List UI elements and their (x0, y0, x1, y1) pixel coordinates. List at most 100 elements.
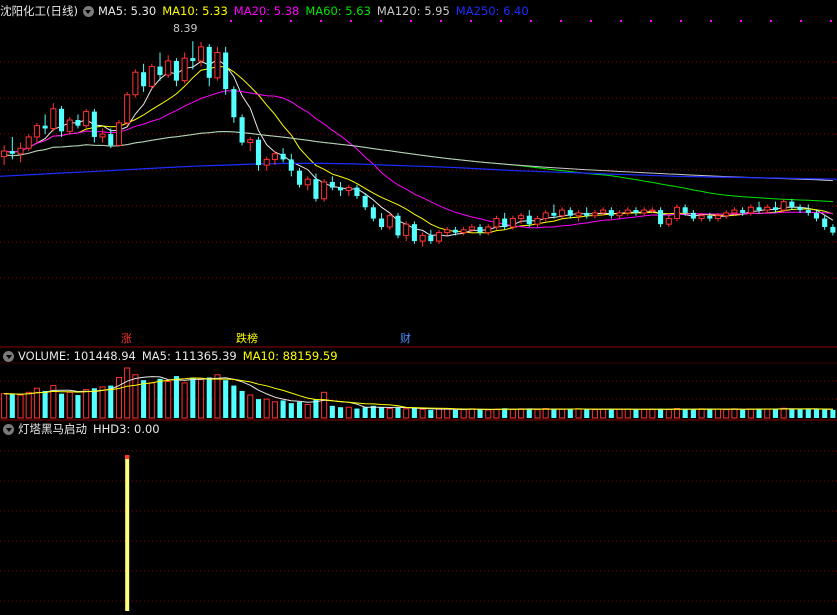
candle-body-up (304, 178, 311, 186)
signal-dot (260, 20, 262, 22)
event-marker[interactable]: 涨 (121, 333, 132, 345)
volume-bar-down (789, 409, 795, 418)
signal-dot (350, 20, 352, 22)
candle-body-down (756, 207, 762, 211)
candle-body-up (386, 215, 393, 228)
legend-item: 灯塔黑马启动 (18, 422, 87, 436)
candle-body-down (682, 207, 688, 213)
candle-body-down (157, 66, 163, 76)
candle-body-down (255, 139, 262, 166)
collapse-dropdown-icon[interactable] (82, 5, 94, 17)
candle-body-up (66, 119, 73, 132)
volume-bar-up (542, 408, 549, 419)
indicator-panel (125, 455, 130, 611)
candle-body-up (124, 94, 131, 124)
candle-body-down (75, 120, 81, 126)
candle-body-up (17, 147, 24, 155)
volume-bar-up (518, 408, 525, 419)
volume-bar-down (173, 376, 179, 418)
volume-bar-down (551, 408, 557, 418)
volume-bar-up (616, 408, 623, 419)
legend-item: MA10: 5.33 (162, 4, 228, 18)
volume-bar-down (288, 403, 294, 418)
indicator-legend: 灯塔黑马启动 HHD3: 0.00 (0, 421, 172, 437)
volume-bar-down (91, 388, 97, 418)
candlestick-series (1, 41, 836, 247)
candle-body-up (99, 133, 106, 138)
candle-body-up (649, 209, 656, 212)
candle-body-up (673, 206, 681, 220)
collapse-dropdown-icon[interactable] (3, 423, 14, 435)
candle-body-down (231, 89, 237, 118)
volume-bar-down (280, 400, 286, 418)
signal-dot (740, 20, 742, 22)
candle-body-down (338, 187, 344, 191)
volume-bar-up (304, 403, 311, 419)
candle-body-up (271, 153, 278, 160)
candle-body-up (198, 46, 205, 62)
candle-body-down (690, 212, 696, 219)
signal-dot (410, 20, 412, 22)
candle-body-down (830, 226, 836, 233)
volume-bar-up (649, 408, 656, 419)
candle-body-up (165, 60, 172, 76)
candle-body-up (25, 136, 32, 149)
candle-body-down (108, 134, 114, 146)
kline-chart[interactable] (0, 0, 837, 615)
candle-body-up (723, 212, 730, 217)
collapse-dropdown-icon[interactable] (3, 350, 14, 362)
candle-body-up (115, 122, 123, 146)
volume-bar-down (797, 409, 803, 418)
volume-bar-down (9, 394, 15, 418)
volume-bar-up (345, 406, 352, 419)
volume-bar-down (526, 409, 532, 418)
candle-body-down (608, 210, 614, 216)
volume-bar-up (575, 408, 582, 419)
volume-bar-up (99, 386, 106, 419)
candle-body-down (280, 153, 286, 160)
volume-bar-up (731, 408, 738, 419)
candle-body-up (600, 209, 607, 214)
volume-legend: VOLUME: 101448.94 MA5: 111365.39 MA10: 881… (0, 348, 350, 364)
legend-item: MA5: 5.30 (97, 4, 157, 18)
ma120-line (4, 130, 833, 182)
candle-body-down (567, 210, 573, 216)
volume-bar-down (452, 409, 458, 418)
volume-bar-up (132, 374, 139, 419)
legend-item: MA250: 6.40 (455, 4, 529, 18)
signal-dot (620, 20, 622, 22)
volume-bar-down (756, 408, 762, 418)
volume-bar-down (108, 385, 114, 418)
event-marker[interactable]: 跌榜 (236, 333, 258, 345)
volume-bar-down (231, 385, 237, 418)
volume-bar-up (673, 408, 681, 419)
candle-body-down (772, 207, 778, 211)
event-marker[interactable]: 财 (400, 333, 411, 345)
signal-dot (500, 20, 502, 22)
volume-bar-down (354, 408, 360, 418)
signal-dot (710, 20, 712, 22)
volume-bar-down (75, 395, 81, 418)
volume-bar-up (780, 407, 787, 419)
volume-legend-items: VOLUME: 101448.94 MA5: 111365.39 MA10: 881… (18, 348, 344, 364)
volume-bar-down (157, 378, 163, 418)
candle-body-up (559, 209, 566, 217)
volume-bar-down (411, 408, 417, 418)
volume-bar-up (435, 408, 443, 419)
signal-dot (320, 20, 322, 22)
volume-bar-up (444, 408, 451, 419)
ma10-line (4, 66, 834, 234)
volume-bar-up (148, 382, 155, 419)
volume-bar-down (830, 409, 836, 418)
volume-bar-up (263, 398, 270, 419)
candle-body-down (428, 235, 434, 242)
signal-dot (230, 20, 232, 22)
signal-dot (830, 20, 832, 22)
legend-item: VOLUME: 101448.94 (18, 349, 136, 363)
candle-body-up (575, 212, 582, 217)
volume-bar-down (223, 380, 229, 418)
volume-bar-down (682, 409, 688, 418)
volume-bar-up (321, 391, 328, 419)
candle-body-up (468, 226, 475, 231)
volume-bar-down (772, 408, 778, 418)
